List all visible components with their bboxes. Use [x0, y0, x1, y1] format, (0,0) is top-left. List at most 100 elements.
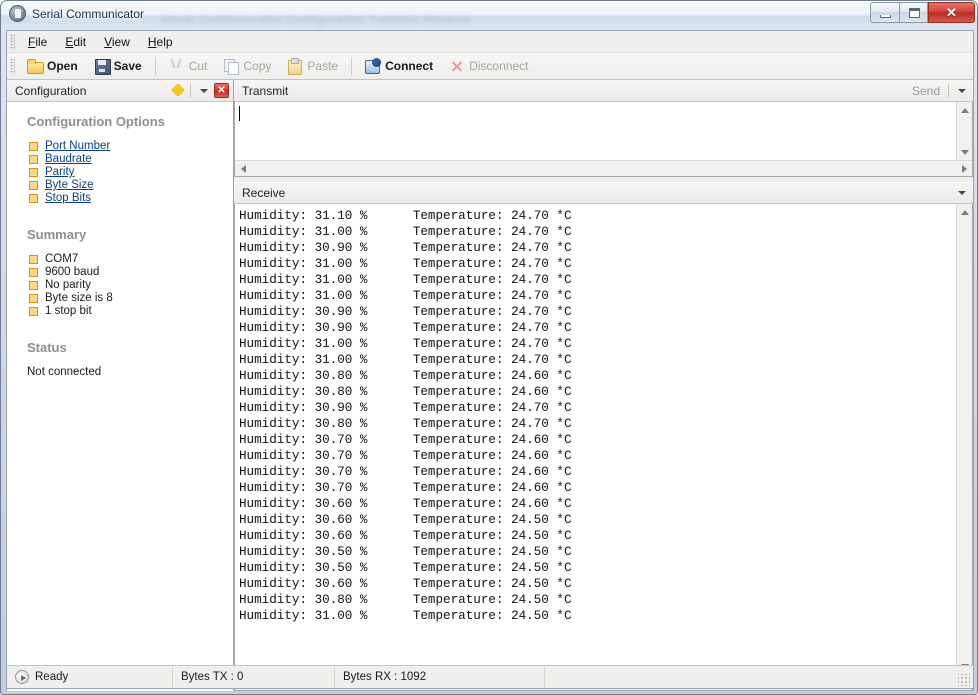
- transmit-horizontal-scrollbar[interactable]: [235, 160, 972, 176]
- menu-help-rest: elp: [157, 35, 173, 49]
- scissors-icon: [169, 58, 185, 74]
- summary-item-port: COM7: [29, 253, 233, 266]
- menu-view[interactable]: View: [95, 33, 139, 51]
- transmit-menu-button[interactable]: [953, 82, 970, 99]
- close-button[interactable]: ✕: [928, 2, 975, 23]
- toolbar-gripper[interactable]: [10, 58, 15, 74]
- bullet-icon: [29, 255, 38, 264]
- minimize-button[interactable]: [870, 2, 899, 23]
- menu-view-mnemonic: V: [104, 35, 112, 49]
- sidebar-item-label[interactable]: Byte Size: [45, 179, 94, 192]
- auto-hide-pin-button[interactable]: [170, 82, 187, 99]
- bullet-icon: [29, 181, 38, 190]
- transmit-editor-row: [235, 102, 972, 160]
- transmit-input-value: [235, 102, 956, 106]
- connect-button[interactable]: Connect: [358, 55, 440, 77]
- copy-button[interactable]: Copy: [216, 55, 278, 77]
- scroll-up-button[interactable]: [957, 102, 973, 118]
- sidebar-item-label[interactable]: Parity: [45, 166, 74, 179]
- receive-panel-title: Receive: [242, 186, 952, 200]
- sidebar-item-stop-bits[interactable]: Stop Bits: [29, 192, 233, 205]
- copy-button-label: Copy: [243, 59, 271, 73]
- title-ghost-text: Serial Communicator Configuration Transm…: [161, 14, 470, 26]
- transmit-header-separator: [948, 84, 949, 97]
- bullet-icon: [29, 194, 38, 203]
- transmit-panel-header: Transmit Send: [234, 80, 973, 102]
- arrow-right-icon: [962, 165, 967, 173]
- summary-item-parity: No parity: [29, 279, 233, 292]
- serial-port-icon[interactable]: [9, 5, 26, 22]
- menu-edit-rest: dit: [73, 35, 86, 49]
- arrow-down-icon: [961, 150, 969, 155]
- save-button-label: Save: [114, 59, 142, 73]
- status-bar-bytes-rx: Bytes RX : 1092: [335, 666, 545, 688]
- receive-output-text: Humidity: 31.10 % Temperature: 24.70 *C …: [235, 204, 956, 624]
- copy-icon: [223, 58, 239, 74]
- receive-vertical-scrollbar[interactable]: [956, 204, 972, 674]
- maximize-button[interactable]: [899, 2, 928, 23]
- toolbar-separator-2: [351, 57, 352, 75]
- folder-open-icon: [27, 58, 43, 74]
- open-button[interactable]: Open: [20, 55, 85, 77]
- sidebar-item-baudrate[interactable]: Baudrate: [29, 153, 233, 166]
- scroll-left-button[interactable]: [235, 161, 251, 177]
- transmit-input[interactable]: [235, 102, 956, 160]
- sidebar-item-label[interactable]: Baudrate: [45, 153, 92, 166]
- bullet-icon: [29, 307, 38, 316]
- sidebar-item-port-number[interactable]: Port Number: [29, 140, 233, 153]
- right-pane: Transmit Send: [234, 80, 973, 691]
- chevron-down-icon: [958, 89, 966, 93]
- application-window: Serial Communicator Configuration Transm…: [0, 0, 978, 695]
- menu-edit[interactable]: Edit: [56, 33, 95, 51]
- paste-button-label: Paste: [307, 59, 338, 73]
- panel-menu-button[interactable]: [195, 82, 212, 99]
- cut-button[interactable]: Cut: [162, 55, 215, 77]
- summary-item-byte-size: Byte size is 8: [29, 292, 233, 305]
- scroll-right-button[interactable]: [956, 161, 972, 177]
- menu-view-rest: iew: [112, 35, 130, 49]
- sidebar-item-byte-size[interactable]: Byte Size: [29, 179, 233, 192]
- maximize-icon: [909, 8, 920, 18]
- sidebar-item-parity[interactable]: Parity: [29, 166, 233, 179]
- receive-output[interactable]: Humidity: 31.10 % Temperature: 24.70 *C …: [235, 204, 956, 674]
- receive-editor-row: Humidity: 31.10 % Temperature: 24.70 *C …: [235, 204, 972, 674]
- transmit-editor-wrapper: [234, 102, 973, 177]
- configuration-options-list: Port Number Baudrate Parity Byte Si: [29, 140, 233, 205]
- scroll-down-button[interactable]: [957, 144, 973, 160]
- menu-bar: File Edit View Help: [7, 31, 973, 53]
- transmit-vertical-scrollbar[interactable]: [956, 102, 972, 160]
- resize-grip-icon[interactable]: [958, 674, 970, 686]
- summary-item-stop-bit: 1 stop bit: [29, 305, 233, 318]
- main-body: Configuration ✕ Configuration Options: [7, 80, 973, 691]
- menu-file-rest: ile: [35, 35, 47, 49]
- transmit-panel-title: Transmit: [242, 84, 912, 98]
- text-caret: [239, 106, 240, 121]
- section-heading-configuration-options: Configuration Options: [27, 114, 233, 129]
- bullet-icon: [29, 294, 38, 303]
- save-button[interactable]: Save: [87, 55, 149, 77]
- plug-disconnect-icon: [449, 58, 465, 74]
- floppy-disk-icon: [94, 58, 110, 74]
- panel-close-button[interactable]: ✕: [213, 82, 230, 99]
- receive-menu-button[interactable]: [953, 184, 970, 201]
- menu-file[interactable]: File: [19, 33, 56, 51]
- send-button[interactable]: Send: [912, 84, 945, 98]
- chevron-down-icon: [200, 89, 208, 93]
- configuration-panel-content: Configuration Options Port Number Baudra…: [7, 102, 233, 691]
- window-controls: ✕: [870, 2, 975, 23]
- arrow-up-icon: [961, 108, 969, 113]
- arrow-up-icon: [961, 210, 969, 215]
- sidebar-item-label[interactable]: Port Number: [45, 140, 110, 153]
- configuration-panel: Configuration ✕ Configuration Options: [7, 80, 234, 691]
- menu-help[interactable]: Help: [139, 33, 182, 51]
- arrow-left-icon: [241, 165, 246, 173]
- disconnect-button[interactable]: Disconnect: [442, 55, 535, 77]
- bullet-icon: [29, 168, 38, 177]
- scroll-up-button[interactable]: [957, 204, 973, 220]
- menu-gripper[interactable]: [10, 34, 15, 50]
- status-bar-extra: [545, 666, 973, 688]
- sidebar-item-label[interactable]: Stop Bits: [45, 192, 91, 205]
- paste-button[interactable]: Paste: [280, 55, 345, 77]
- clipboard-icon: [287, 58, 303, 74]
- title-bar[interactable]: Serial Communicator Configuration Transm…: [1, 1, 978, 30]
